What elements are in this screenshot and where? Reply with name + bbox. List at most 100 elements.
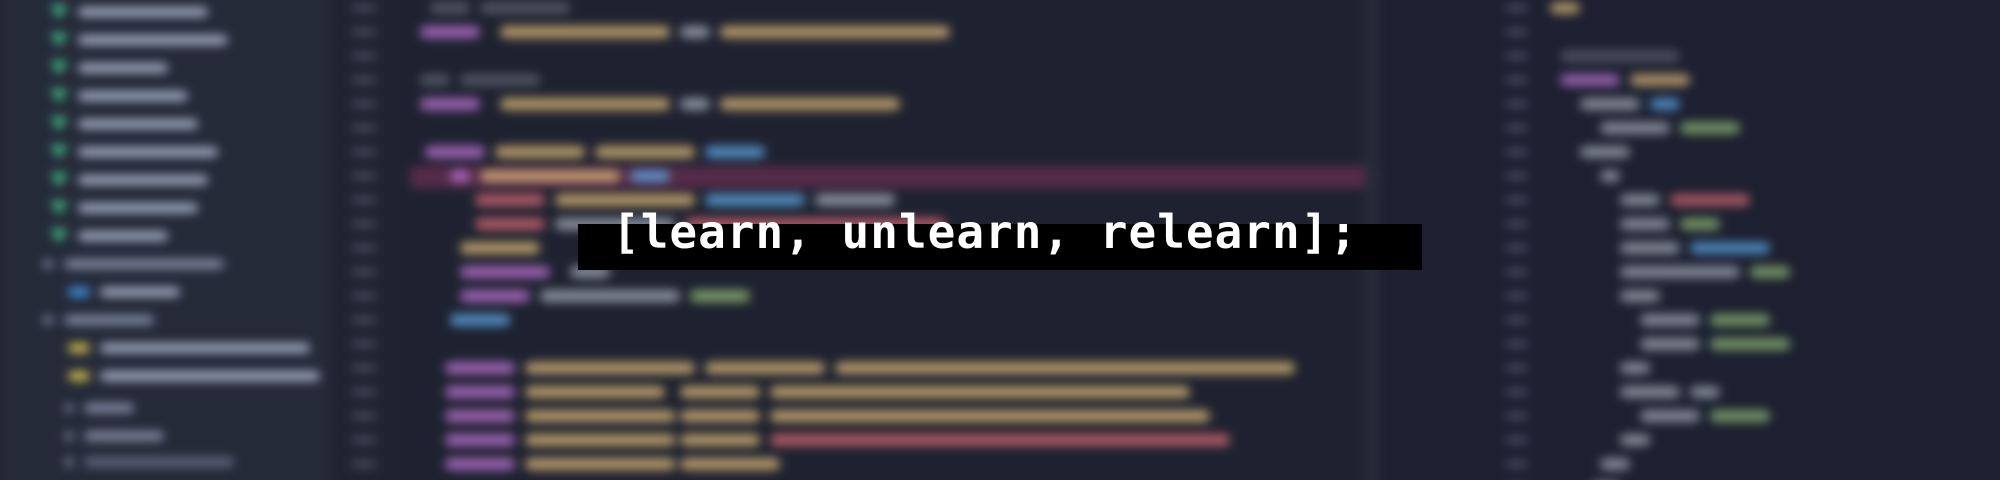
tree-item — [50, 60, 168, 76]
code-token — [495, 146, 585, 158]
code-token — [1580, 98, 1640, 110]
line-number — [1505, 52, 1529, 60]
code-token — [680, 386, 760, 398]
tree-item-label — [78, 7, 208, 17]
tree-item — [50, 32, 228, 48]
line-number — [1505, 4, 1529, 12]
line-number — [1505, 244, 1529, 252]
code-token — [1680, 218, 1720, 230]
code-token — [720, 26, 950, 38]
right-editor-pane — [1380, 0, 2000, 480]
tree-folder-label — [84, 457, 234, 467]
code-token — [1580, 146, 1630, 158]
line-number — [1505, 436, 1529, 444]
code-token — [1600, 122, 1670, 134]
vue-file-icon — [50, 117, 68, 131]
code-token — [445, 362, 515, 374]
line-number — [352, 220, 376, 228]
line-number — [1505, 196, 1529, 204]
code-token — [1640, 338, 1700, 350]
code-token — [680, 434, 760, 446]
code-token — [525, 386, 665, 398]
tree-folder — [42, 256, 224, 272]
code-token — [420, 26, 480, 38]
code-token — [525, 410, 675, 422]
code-token — [1620, 386, 1680, 398]
code-token — [460, 290, 530, 302]
code-token — [1710, 338, 1790, 350]
vue-file-icon — [50, 145, 68, 159]
vue-file-icon — [50, 89, 68, 103]
tree-item — [50, 172, 208, 188]
tree-item-label — [78, 63, 168, 73]
chevron-down-icon — [42, 259, 54, 269]
code-token — [770, 386, 1190, 398]
code-token — [1630, 74, 1690, 86]
vue-file-icon — [50, 33, 68, 47]
line-number — [352, 244, 376, 252]
line-number — [1505, 268, 1529, 276]
tree-item-label — [78, 91, 188, 101]
code-token — [420, 74, 450, 86]
tree-item — [50, 116, 198, 132]
line-number — [1505, 100, 1529, 108]
code-token — [1620, 290, 1660, 302]
code-token — [1620, 194, 1660, 206]
code-token — [1620, 242, 1680, 254]
vue-file-icon — [50, 61, 68, 75]
tree-item-label — [78, 175, 208, 185]
code-token — [460, 242, 540, 254]
code-token — [1620, 362, 1650, 374]
line-number — [1505, 460, 1529, 468]
line-number — [1505, 316, 1529, 324]
code-token — [1710, 410, 1770, 422]
code-token — [445, 410, 515, 422]
headline-text: [learn, unlearn, relearn]; — [612, 205, 1359, 259]
line-number — [352, 196, 376, 204]
tree-folder-label — [64, 315, 154, 325]
line-number — [352, 76, 376, 84]
code-token — [690, 290, 750, 302]
tree-item-label — [78, 119, 198, 129]
chevron-right-icon — [64, 457, 74, 467]
line-number — [352, 172, 376, 180]
line-number — [352, 4, 376, 12]
tree-item — [50, 200, 198, 216]
code-token — [525, 458, 675, 470]
line-number — [352, 340, 376, 348]
code-token — [680, 458, 780, 470]
vue-file-icon — [50, 201, 68, 215]
code-token — [430, 2, 470, 14]
vue-file-icon — [50, 173, 68, 187]
code-token — [525, 434, 675, 446]
chevron-right-icon — [64, 431, 74, 441]
tree-item — [68, 340, 310, 356]
code-token — [705, 146, 765, 158]
code-token — [1620, 218, 1670, 230]
code-token — [1620, 434, 1650, 446]
tree-folder — [42, 312, 154, 328]
tree-folder-label — [84, 403, 134, 413]
line-number — [352, 364, 376, 372]
line-number — [1505, 28, 1529, 36]
code-token — [445, 458, 515, 470]
line-number — [1505, 340, 1529, 348]
code-token — [420, 98, 480, 110]
code-token — [1560, 74, 1620, 86]
vue-file-icon — [50, 5, 68, 19]
tree-item-label — [78, 35, 228, 45]
vue-file-icon — [50, 229, 68, 243]
line-number — [1505, 148, 1529, 156]
tree-item — [68, 368, 320, 384]
line-number — [1505, 388, 1529, 396]
code-token — [680, 410, 760, 422]
line-number — [352, 52, 376, 60]
code-token — [680, 26, 710, 38]
line-number — [1505, 220, 1529, 228]
line-number — [352, 28, 376, 36]
line-number — [1505, 76, 1529, 84]
json-file-icon — [68, 371, 90, 381]
code-token — [450, 170, 470, 182]
line-number — [352, 460, 376, 468]
line-number — [352, 292, 376, 300]
